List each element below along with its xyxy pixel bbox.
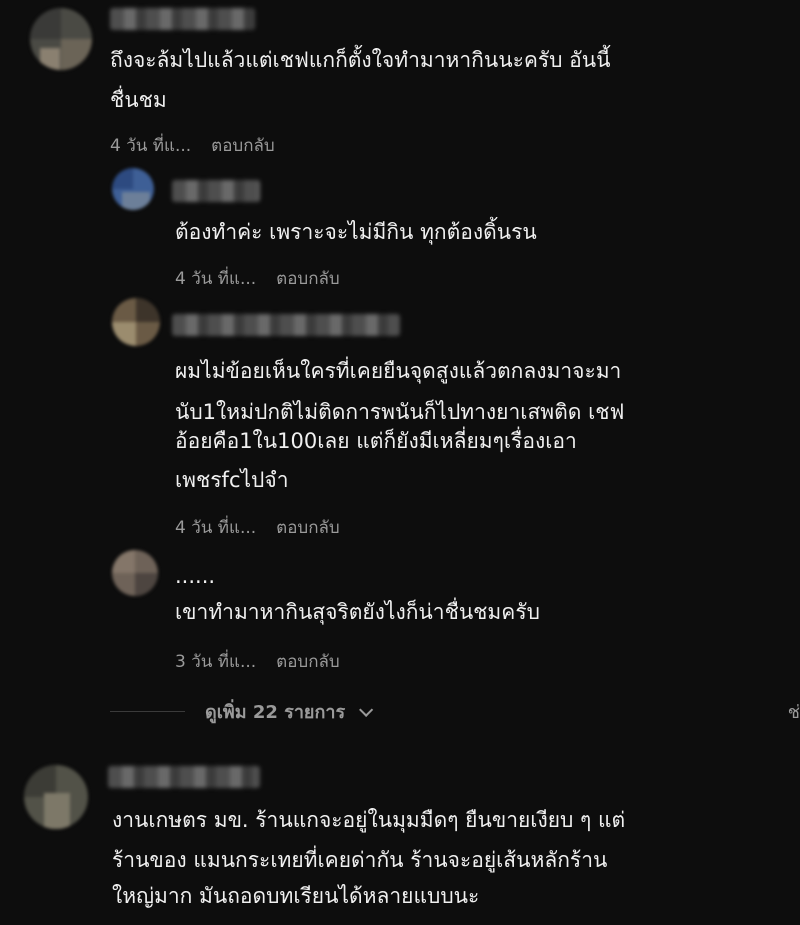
avatar[interactable] <box>112 168 154 210</box>
username-blurred[interactable] <box>172 314 400 336</box>
avatar[interactable] <box>112 298 160 346</box>
comment-text-line: เขาทำมาหากินสุจริตยังไงก็น่าชื่นชมครับ <box>175 600 540 624</box>
reply-button[interactable]: ตอบกลับ <box>276 265 340 292</box>
reply-button[interactable]: ตอบกลับ <box>211 132 275 159</box>
comment-text-line: อ้อยคือ1ใน100เลย แต่ก็ยังมีเหลี่ยมๆเรื่อ… <box>175 429 577 453</box>
view-more-replies-row: ดูเพิ่ม 22 รายการ <box>110 697 800 727</box>
chevron-down-icon <box>359 702 374 717</box>
comment-text-line: ผมไม่ข้อยเห็นใครที่เคยยืนจุดสูงแล้วตกลงม… <box>175 359 622 383</box>
timestamp: 4 วัน ที่แ... <box>175 269 257 289</box>
avatar[interactable] <box>112 550 158 596</box>
reply-button[interactable]: ตอบกลับ <box>276 648 340 675</box>
view-more-label: ดูเพิ่ม 22 รายการ <box>205 702 346 723</box>
truncated-edge-text: ช่ <box>787 702 800 723</box>
comment-text-line: งานเกษตร มข. ร้านแกจะอยู่ในมุมมืดๆ ยืนขา… <box>112 808 626 832</box>
comment-text-line: ถึงจะล้มไปแล้วแต่เชฟแกก็ตั้งใจทำมาหากินน… <box>110 48 611 72</box>
username-blurred[interactable] <box>110 8 255 30</box>
comment-text-line: ร้านของ แมนกระเทยที่เคยด่ากัน ร้านจะอยู่… <box>112 848 608 872</box>
comment-text-line: ชื่นชม <box>110 88 167 112</box>
timestamp: 4 วัน ที่แ... <box>110 136 192 156</box>
avatar[interactable] <box>30 8 92 70</box>
view-more-replies-button[interactable]: ดูเพิ่ม 22 รายการ <box>205 697 374 726</box>
username[interactable]: ...... <box>175 562 215 590</box>
timestamp: 4 วัน ที่แ... <box>175 518 257 538</box>
username-blurred[interactable] <box>172 180 260 202</box>
reply-button[interactable]: ตอบกลับ <box>276 514 340 541</box>
avatar[interactable] <box>24 765 88 829</box>
divider <box>110 711 185 712</box>
username-blurred[interactable] <box>108 766 260 788</box>
comment-text-line: ต้องทำค่ะ เพราะจะไม่มีกิน ทุกต้องดิ้นรน <box>175 220 537 244</box>
comment-text-line: ใหญ่มาก มันถอดบทเรียนได้หลายแบบนะ <box>112 884 480 908</box>
comment-text-line: เพชรfcไปจำ <box>175 468 289 492</box>
timestamp: 3 วัน ที่แ... <box>175 652 257 672</box>
